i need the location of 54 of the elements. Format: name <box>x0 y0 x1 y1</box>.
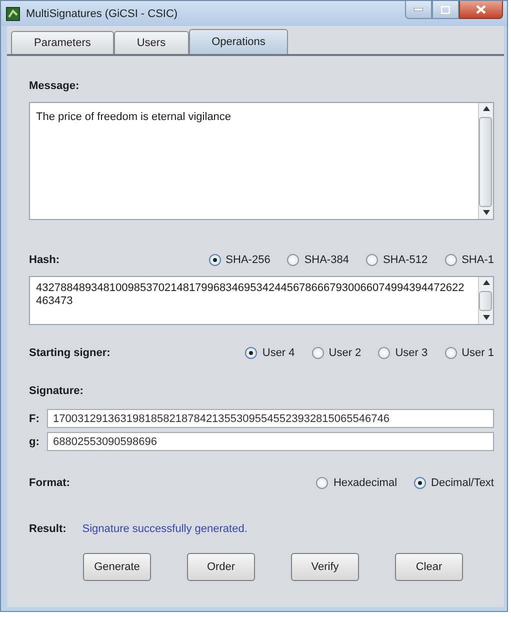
radio-button[interactable] <box>444 347 457 359</box>
text-field[interactable]: 1700312913631981858218784213553095545523932815065546746 <box>47 409 494 428</box>
app-icon <box>6 6 20 20</box>
minimize-icon <box>414 8 423 11</box>
action-button[interactable]: Order <box>187 553 255 581</box>
scroll-up-icon[interactable] <box>482 106 490 112</box>
radio-label[interactable]: Decimal/Text <box>431 477 494 489</box>
radio-label[interactable]: User 1 <box>462 347 494 359</box>
close-icon <box>476 5 486 14</box>
action-button[interactable]: Generate <box>83 553 151 581</box>
text-field[interactable]: 68802553090598696 <box>47 432 494 451</box>
radio-button[interactable] <box>378 347 390 359</box>
starting-signer-label: Starting signer: <box>29 347 110 359</box>
signature-label: Signature: <box>29 385 84 397</box>
scroll-down-icon[interactable] <box>482 315 490 321</box>
tab[interactable]: Operations <box>188 29 288 54</box>
maximize-button[interactable] <box>432 1 459 19</box>
radio-label[interactable]: Hexadecimal <box>333 477 398 489</box>
radio-button[interactable] <box>444 254 457 266</box>
radio-label[interactable]: User 2 <box>328 347 362 359</box>
close-button[interactable] <box>459 1 503 19</box>
result-message: Signature successfully generated. <box>82 523 248 535</box>
message-field[interactable]: The price of freedom is eternal vigilance <box>29 102 494 220</box>
message-label: Message: <box>29 80 80 92</box>
radio-label[interactable]: SHA-384 <box>304 254 349 266</box>
hash-label: Hash: <box>29 254 60 266</box>
scroll-up-icon[interactable] <box>482 280 490 286</box>
format-label: Format: <box>29 477 70 489</box>
field-label: g: <box>29 436 40 448</box>
result-label: Result: <box>29 523 66 535</box>
window-title: MultiSignatures (GiCSI - CSIC) <box>26 8 179 20</box>
radio-label[interactable]: SHA-256 <box>226 254 270 266</box>
radio-button[interactable] <box>414 477 426 489</box>
scrollbar[interactable] <box>478 103 493 219</box>
action-button[interactable]: Clear <box>395 553 463 581</box>
field-label: F: <box>29 412 40 424</box>
radio-button[interactable] <box>316 477 328 489</box>
radio-button[interactable] <box>366 254 378 266</box>
scrollbar[interactable] <box>478 277 493 324</box>
scroll-down-icon[interactable] <box>482 210 490 216</box>
radio-label[interactable]: User 4 <box>262 347 295 359</box>
minimize-button[interactable] <box>405 1 432 19</box>
radio-label[interactable]: SHA-1 <box>462 254 494 266</box>
radio-button[interactable] <box>245 347 258 359</box>
radio-button[interactable] <box>312 347 324 359</box>
radio-label[interactable]: User 3 <box>395 347 428 359</box>
tab[interactable]: Users <box>114 31 189 54</box>
tab[interactable]: Parameters <box>11 31 114 54</box>
radio-label[interactable]: SHA-512 <box>382 254 428 266</box>
action-button[interactable]: Verify <box>291 553 359 581</box>
radio-button[interactable] <box>208 254 221 266</box>
radio-button[interactable] <box>287 254 300 266</box>
hash-field[interactable]: 4327884893481009853702148179968346953424456786667930066074994394472622463473 <box>29 276 494 325</box>
maximize-icon <box>441 6 450 14</box>
